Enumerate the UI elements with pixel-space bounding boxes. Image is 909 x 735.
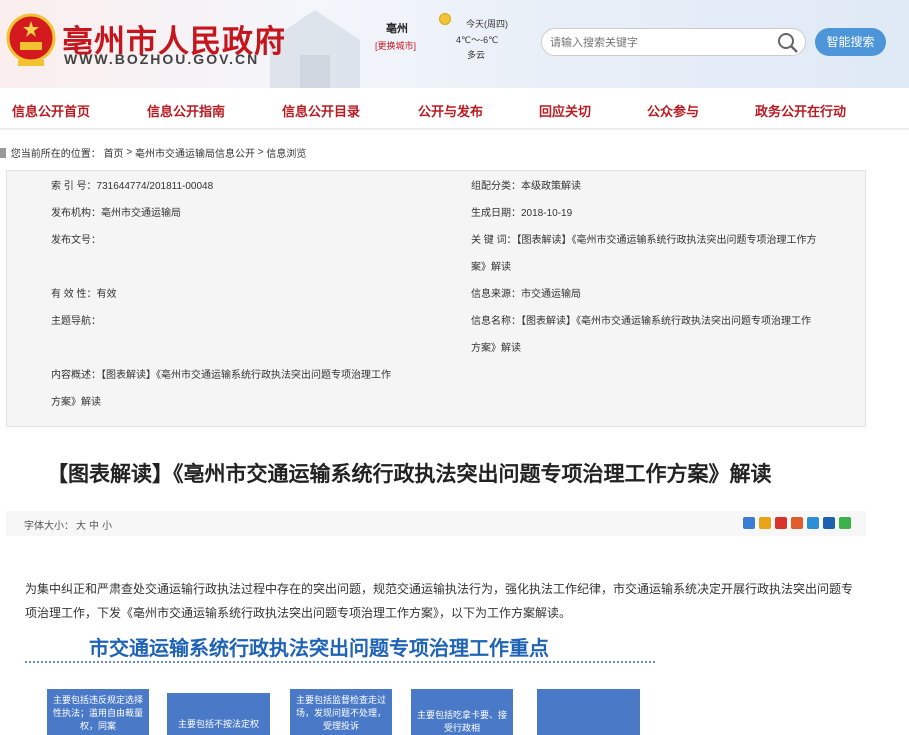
infographic-heading: 市交通运输系统行政执法突出问题专项治理工作重点 (89, 638, 549, 660)
weather-day: 今天(周四) (466, 19, 508, 29)
infographic-card (537, 689, 640, 735)
national-emblem-icon (6, 13, 56, 66)
share-qzone-icon[interactable] (759, 517, 771, 529)
meta-summary: 内容概述：【图表解读】《亳州市交通运输系统行政执法突出问题专项治理工作 (51, 370, 391, 381)
nav-item-guide[interactable]: 信息公开指南 (147, 101, 225, 120)
site-domain: WWW.BOZHOU.GOV.CN (64, 51, 260, 67)
site-header: 亳州市人民政府 WWW.BOZHOU.GOV.CN 亳州 [更换城市] 今天(周… (0, 0, 909, 88)
breadcrumb-section[interactable]: 亳州市交通运输局信息公开 (135, 149, 255, 160)
font-size-large-button[interactable]: 大 (76, 517, 86, 532)
sun-icon (439, 13, 451, 25)
meta-source: 信息来源：市交通运输局 (471, 289, 581, 300)
meta-doc-no: 发布文号： (51, 235, 101, 246)
share-plus-icon[interactable] (743, 517, 755, 529)
meta-keywords-cont: 案》解读 (471, 262, 511, 273)
divider (25, 661, 655, 663)
meta-keywords: 关 键 词：【图表解读】《亳州市交通运输系统行政执法突出问题专项治理工作方 (471, 235, 817, 246)
smart-search-button[interactable]: 智能搜索 (815, 28, 886, 56)
nav-item-participation[interactable]: 公众参与 (647, 101, 699, 120)
nav-item-in-action[interactable]: 政务公开在行动 (755, 101, 846, 120)
breadcrumb-prefix: 您当前所在的位置： (10, 149, 101, 160)
share-weibo-icon[interactable] (775, 517, 787, 529)
share-douban-icon[interactable] (807, 517, 819, 529)
main-nav: 信息公开首页 信息公开指南 信息公开目录 公开与发布 回应关切 公众参与 政务公… (0, 88, 909, 130)
breadcrumb: 您当前所在的位置： 首页 > 亳州市交通运输局信息公开 > 信息浏览 (0, 145, 306, 160)
font-size-medium-button[interactable]: 中 (89, 517, 99, 532)
infographic-card: 主要包括监督检查走过场，发现问题不处理，受理投诉 (290, 689, 392, 735)
switch-city-link[interactable]: [更换城市] (375, 39, 416, 52)
breadcrumb-current: 信息浏览 (266, 149, 307, 160)
nav-item-publish[interactable]: 公开与发布 (418, 101, 483, 120)
weather-temperature: 4℃～-6℃ (456, 35, 499, 45)
infographic-card: 主要包括违反规定选择性执法；滥用自由裁量权，同案 (47, 689, 149, 735)
search-box (541, 28, 806, 56)
meta-publisher: 发布机构：亳州市交通运输局 (51, 208, 181, 219)
search-icon[interactable] (777, 32, 799, 54)
font-size-label: 字体大小： (24, 521, 74, 532)
meta-index-no: 索 引 号：731644774/201811-00048 (51, 181, 214, 192)
article-paragraph: 为集中纠正和严肃查处交通运输行政执法过程中存在的突出问题，规范交通运输执法行为，… (25, 582, 854, 620)
meta-validity: 有 效 性：有效 (51, 289, 117, 300)
meta-topic: 主题导航： (51, 316, 101, 327)
document-meta-box: 索 引 号：731644774/201811-00048 组配分类：本级政策解读… (6, 170, 866, 427)
meta-summary-cont: 方案》解读 (51, 397, 101, 408)
article-toolbar: 字体大小： 大 中 小 (6, 511, 866, 536)
weather-condition: 多云 (467, 50, 486, 60)
breadcrumb-separator: > (126, 147, 135, 158)
share-tencent-icon[interactable] (791, 517, 803, 529)
infographic-card: 主要包括吃拿卡要、接受行政相 (411, 689, 513, 735)
share-renren-icon[interactable] (823, 517, 835, 529)
meta-info-name-cont: 方案》解读 (471, 343, 521, 354)
share-wechat-icon[interactable] (839, 517, 851, 529)
nav-item-response[interactable]: 回应关切 (539, 101, 591, 120)
current-city: 亳州 (386, 23, 408, 35)
breadcrumb-home[interactable]: 首页 (104, 149, 124, 160)
meta-date: 生成日期：2018-10-19 (471, 208, 573, 219)
location-icon (0, 147, 6, 158)
article-title: 【图表解读】《亳州市交通运输系统行政执法突出问题专项治理工作方案》解读 (47, 463, 772, 486)
meta-info-name: 信息名称：【图表解读】《亳州市交通运输系统行政执法突出问题专项治理工作 (471, 316, 811, 327)
infographic-card: 主要包括不按法定权 (167, 693, 270, 735)
font-size-small-button[interactable]: 小 (102, 517, 112, 532)
meta-category: 组配分类：本级政策解读 (471, 181, 581, 192)
search-input[interactable] (550, 34, 770, 51)
nav-item-home[interactable]: 信息公开首页 (12, 101, 90, 120)
nav-item-catalog[interactable]: 信息公开目录 (282, 101, 360, 120)
